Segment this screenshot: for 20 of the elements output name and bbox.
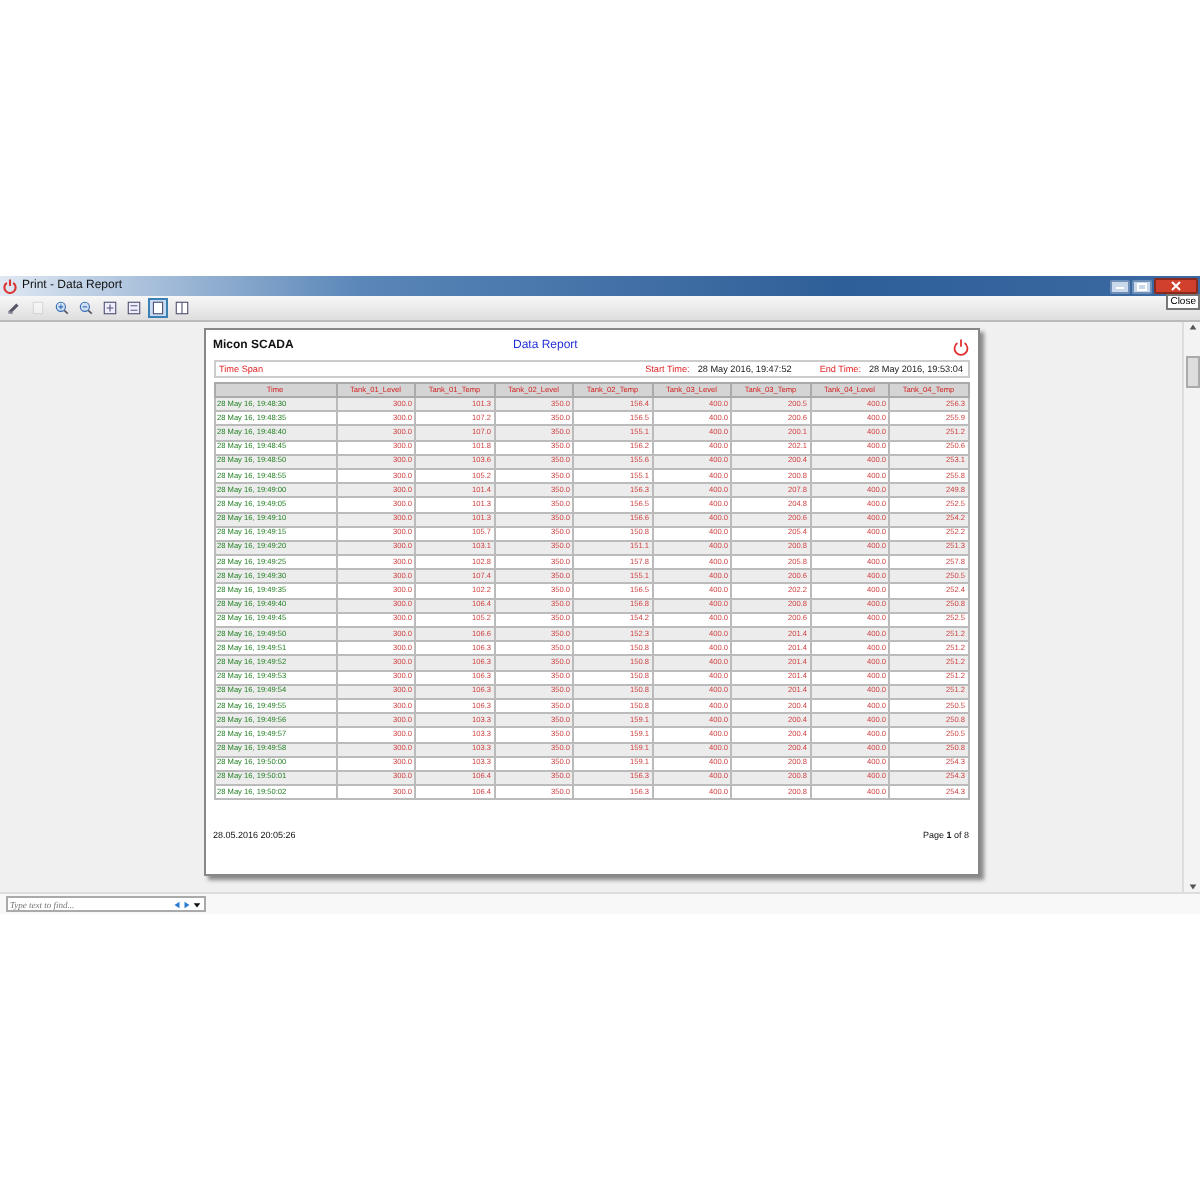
next-icon[interactable] [182,899,192,909]
power-icon [2,278,18,294]
minimize-button[interactable] [1110,279,1130,293]
power-icon [951,337,969,355]
scrollbar[interactable] [1182,322,1200,892]
maximize-button[interactable] [1132,279,1152,293]
single-page-button[interactable] [148,298,168,318]
zoom-out-button[interactable] [76,298,96,318]
previous-icon[interactable] [172,899,182,909]
minimize-icon [1114,282,1126,290]
close-button[interactable] [1154,278,1198,294]
fit-page-button[interactable] [100,298,120,318]
close-icon [1170,280,1182,292]
dropdown-icon[interactable] [192,899,202,909]
fit-width-button[interactable] [124,298,144,318]
two-pages-button[interactable] [172,298,192,318]
maximize-icon [1136,281,1148,291]
scrollbar-thumb[interactable] [1185,356,1199,388]
print-button[interactable] [4,298,24,318]
zoom-in-button[interactable] [52,298,72,318]
